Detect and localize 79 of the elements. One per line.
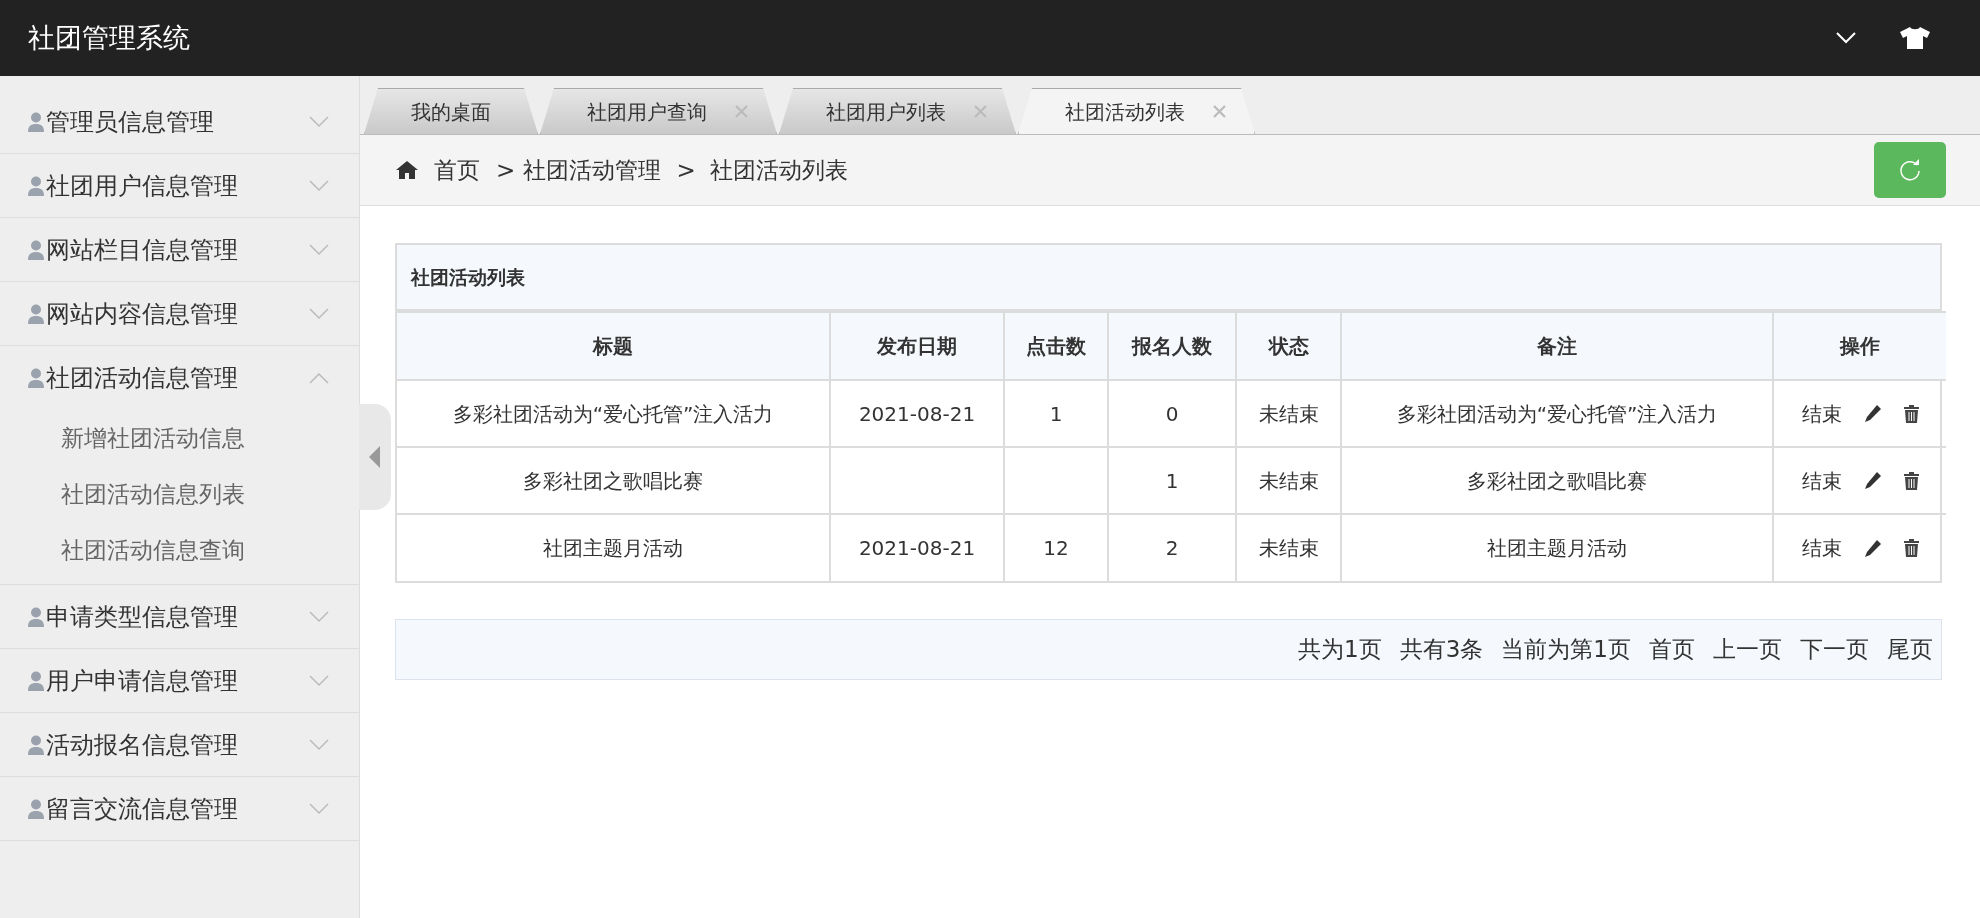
table-cell: 多彩社团活动为“爱心托管”注入活力 <box>397 380 830 447</box>
chevron-down-icon <box>309 243 329 256</box>
column-header: 标题 <box>397 312 830 380</box>
triangle-left-icon <box>369 446 381 468</box>
table-cell: 0 <box>1108 380 1236 447</box>
submenu-item[interactable]: 社团活动信息列表 <box>61 476 245 512</box>
table-cell: 1 <box>1004 380 1108 447</box>
user-icon <box>28 606 44 627</box>
sidebar-item[interactable]: 活动报名信息管理 <box>0 713 359 777</box>
pagination-link[interactable]: 尾页 <box>1887 632 1933 667</box>
tab[interactable]: 我的桌面 <box>364 88 538 134</box>
app-title: 社团管理系统 <box>28 20 190 55</box>
sidebar-item[interactable]: 申请类型信息管理 <box>0 585 359 649</box>
chevron-down-icon <box>309 674 329 687</box>
breadcrumb-link[interactable]: 首页 <box>434 152 480 188</box>
chevron-down-icon[interactable] <box>1836 32 1856 44</box>
edit-icon[interactable] <box>1863 471 1882 490</box>
sidebar-item[interactable]: 管理员信息管理 <box>0 90 359 154</box>
sidebar-collapse-toggle[interactable] <box>359 404 391 510</box>
table-cell: 社团主题月活动 <box>397 514 830 581</box>
user-icon <box>28 734 44 755</box>
home-icon <box>396 161 418 179</box>
pagination-link[interactable]: 下一页 <box>1800 632 1869 667</box>
chevron-down-icon <box>309 802 329 815</box>
column-header: 报名人数 <box>1108 312 1236 380</box>
chevron-down-icon <box>309 307 329 320</box>
pagination-info: 共为1页 <box>1298 635 1382 665</box>
table-title: 社团活动列表 <box>411 264 525 290</box>
column-header: 点击数 <box>1004 312 1108 380</box>
end-link[interactable]: 结束 <box>1801 398 1842 429</box>
breadcrumb-current: > 社团活动列表 <box>676 155 849 185</box>
tab[interactable]: 社团用户列表 <box>779 88 1016 134</box>
column-header: 发布日期 <box>830 312 1004 380</box>
chevron-down-icon <box>309 610 329 623</box>
sidebar-item[interactable]: 网站内容信息管理 <box>0 282 359 346</box>
shirt-icon[interactable] <box>1900 27 1930 49</box>
delete-icon[interactable] <box>1903 404 1919 423</box>
table-cell: 多彩社团活动为“爱心托管”注入活力 <box>1341 380 1773 447</box>
column-header: 备注 <box>1341 312 1773 380</box>
table-cell: 1 <box>1108 447 1236 514</box>
column-header: 操作 <box>1773 312 1946 380</box>
user-icon <box>28 239 44 260</box>
user-icon <box>28 303 44 324</box>
chevron-down-icon <box>309 115 329 128</box>
sidebar-item[interactable]: 社团活动信息管理 <box>0 346 359 410</box>
chevron-up-icon <box>309 372 329 384</box>
user-icon <box>28 368 44 388</box>
end-link[interactable]: 结束 <box>1801 533 1842 563</box>
table-cell: 未结束 <box>1236 380 1341 447</box>
table-cell: 多彩社团之歌唱比赛 <box>397 447 830 514</box>
user-icon <box>28 798 44 819</box>
refresh-icon <box>1898 158 1922 182</box>
submenu-item[interactable]: 新增社团活动信息 <box>61 420 245 456</box>
sidebar-item[interactable]: 社团用户信息管理 <box>0 154 359 218</box>
end-link[interactable]: 结束 <box>1801 465 1842 496</box>
tab[interactable]: 社团用户查询 <box>540 88 777 134</box>
user-icon <box>28 111 44 132</box>
edit-icon[interactable] <box>1863 404 1882 423</box>
table-cell: 2021-08-21 <box>830 380 1004 447</box>
table-cell: 未结束 <box>1236 447 1341 514</box>
pagination-link[interactable]: 上一页 <box>1713 632 1782 667</box>
user-icon <box>28 670 44 691</box>
table-cell: 多彩社团之歌唱比赛 <box>1341 447 1773 514</box>
sidebar-item[interactable]: 留言交流信息管理 <box>0 777 359 841</box>
delete-icon[interactable] <box>1903 539 1919 557</box>
breadcrumb-link[interactable]: > 社团活动管理 <box>496 152 661 188</box>
chevron-down-icon <box>309 738 329 751</box>
sidebar-item[interactable]: 网站栏目信息管理 <box>0 218 359 282</box>
chevron-down-icon <box>309 179 329 192</box>
edit-icon[interactable] <box>1863 538 1882 558</box>
sidebar-item[interactable]: 用户申请信息管理 <box>0 649 359 713</box>
tab[interactable]: 社团活动列表 <box>1018 88 1255 134</box>
delete-icon[interactable] <box>1903 471 1919 490</box>
column-header: 状态 <box>1236 312 1341 380</box>
user-icon <box>28 175 44 196</box>
pagination-info: 共有3条 <box>1399 635 1484 665</box>
pagination-link[interactable]: 首页 <box>1649 632 1695 667</box>
pagination-info: 当前为第1页 <box>1501 635 1631 665</box>
submenu-item[interactable]: 社团活动信息查询 <box>61 532 245 568</box>
